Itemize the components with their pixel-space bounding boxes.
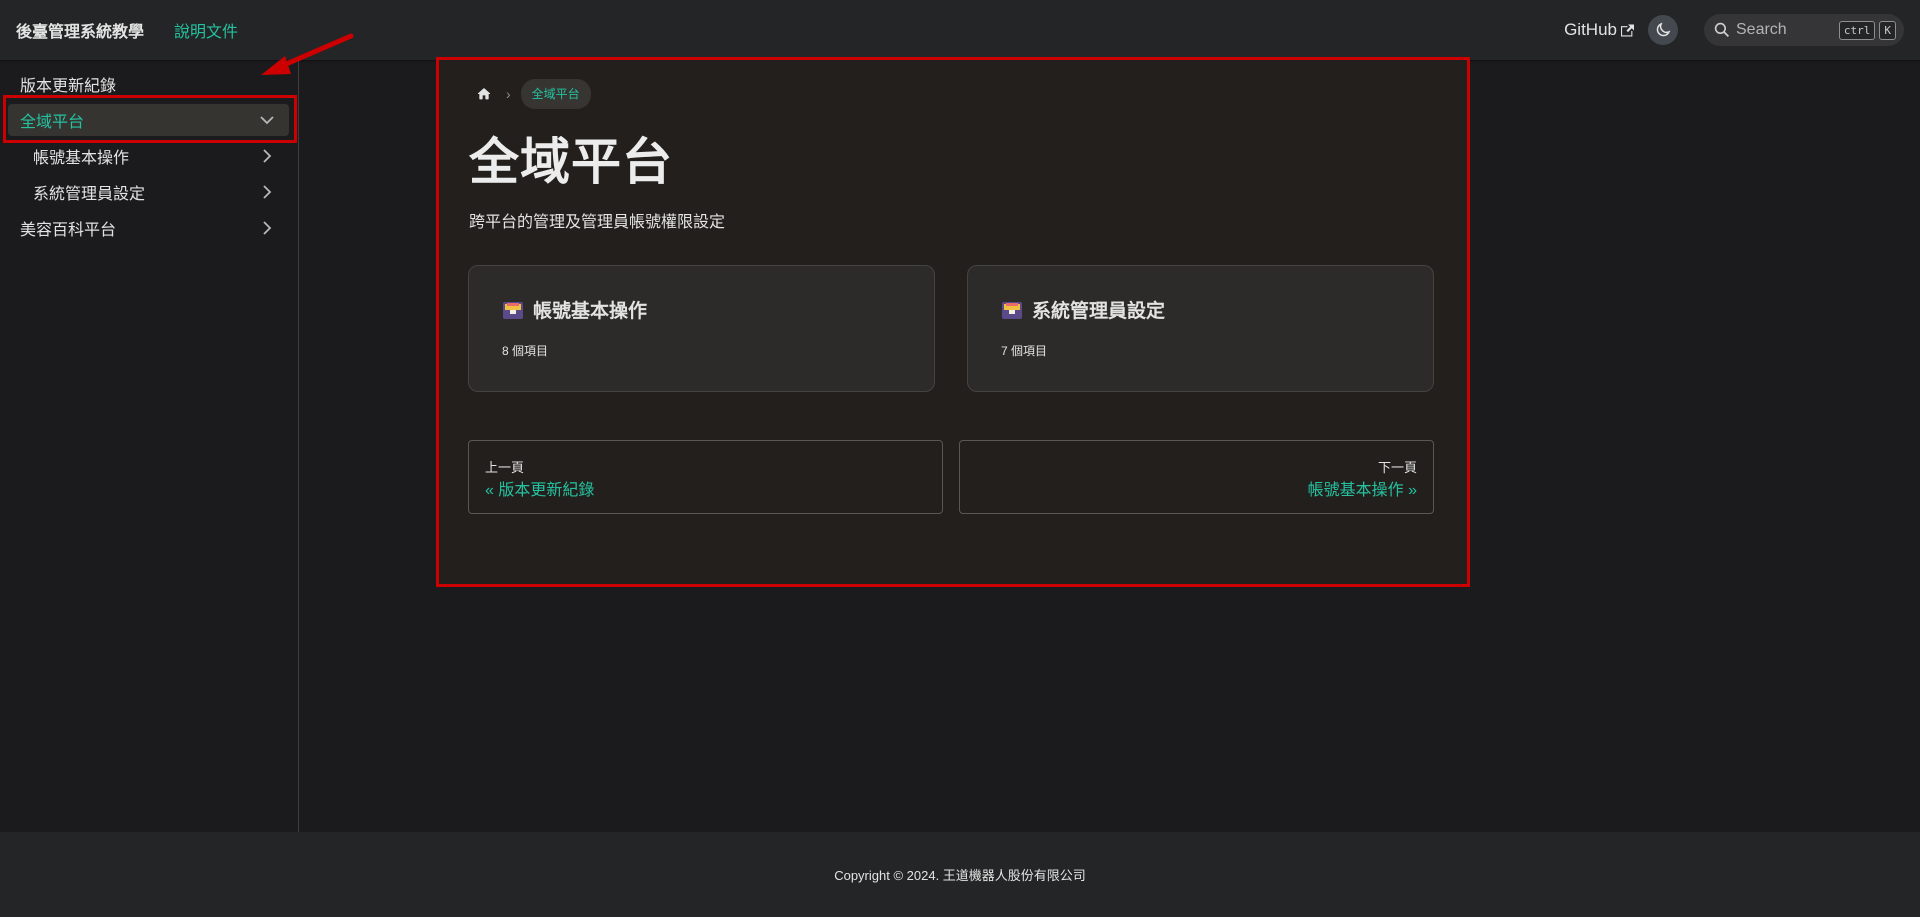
- main-content: › 全域平台 全域平台 跨平台的管理及管理員帳號權限設定 帳號基本操作 8 個項…: [436, 57, 1470, 587]
- breadcrumb-separator: ›: [506, 86, 511, 102]
- sidebar-item-changelog[interactable]: 版本更新紀錄: [8, 68, 289, 100]
- sidebar-item-beauty-wiki[interactable]: 美容百科平台: [8, 212, 289, 244]
- sidebar-item-account-basics[interactable]: 帳號基本操作: [8, 140, 289, 172]
- page-description: 跨平台的管理及管理員帳號權限設定: [469, 214, 726, 231]
- pagination-prev-sublabel: 上一頁: [485, 460, 525, 475]
- sidebar-item-label: 美容百科平台: [20, 222, 117, 239]
- footer-copyright: Copyright © 2024. 王道機器人股份有限公司: [834, 868, 1086, 883]
- chevron-right-icon[interactable]: [259, 184, 275, 200]
- search-icon: [1714, 22, 1730, 38]
- github-link[interactable]: GitHub: [1564, 20, 1634, 40]
- moon-icon: [1656, 22, 1671, 37]
- pagination-next-label: 帳號基本操作 »: [1307, 482, 1417, 499]
- card-title-text: 帳號基本操作: [533, 301, 648, 322]
- sidebar-item-label: 版本更新紀錄: [20, 78, 117, 95]
- card-title: 系統管理員設定: [1001, 296, 1165, 323]
- site-brand[interactable]: 後臺管理系統教學: [16, 18, 144, 42]
- pagination-next[interactable]: 下一頁 帳號基本操作 »: [959, 440, 1434, 514]
- github-label: GitHub: [1564, 20, 1617, 39]
- pagination-prev[interactable]: 上一頁 « 版本更新紀錄: [468, 440, 943, 514]
- external-link-icon: [1621, 24, 1634, 36]
- search-button[interactable]: Search ctrl K: [1704, 14, 1904, 46]
- theme-toggle-button[interactable]: [1648, 15, 1678, 45]
- kbd-ctrl: ctrl: [1838, 20, 1876, 40]
- sidebar-item-label: 帳號基本操作: [33, 150, 130, 167]
- folder-icon: [1002, 301, 1022, 319]
- footer: Copyright © 2024. 王道機器人股份有限公司: [0, 832, 1920, 917]
- sidebar-item-global-platform[interactable]: 全域平台: [8, 104, 289, 136]
- card-title-text: 系統管理員設定: [1032, 301, 1166, 322]
- card-item-count: 7 個項目: [1001, 344, 1048, 358]
- sidebar-item-admin-settings[interactable]: 系統管理員設定: [8, 176, 289, 208]
- chevron-down-icon[interactable]: [259, 112, 275, 128]
- folder-icon: [503, 301, 523, 319]
- sidebar-item-label: 全域平台: [20, 114, 85, 131]
- chevron-right-icon[interactable]: [259, 220, 275, 236]
- card-title: 帳號基本操作: [502, 296, 647, 323]
- chevron-right-icon[interactable]: [259, 148, 275, 164]
- breadcrumb-home[interactable]: [474, 84, 494, 104]
- home-icon: [477, 88, 491, 100]
- category-card-account-basics[interactable]: 帳號基本操作 8 個項目: [468, 265, 935, 392]
- kbd-k: K: [1879, 20, 1896, 40]
- breadcrumb-current: 全域平台: [520, 79, 591, 109]
- pagination-prev-label: « 版本更新紀錄: [485, 482, 595, 499]
- nav-link-docs[interactable]: 說明文件: [174, 18, 238, 42]
- sidebar: 版本更新紀錄 全域平台 帳號基本操作 系統管理員設定 美容百科平台: [0, 60, 299, 832]
- annotation-arrow-icon: [261, 33, 354, 75]
- page-title: 全域平台: [469, 134, 673, 190]
- search-label: Search: [1736, 21, 1787, 38]
- breadcrumb: › 全域平台: [474, 79, 591, 109]
- pagination-next-sublabel: 下一頁: [1377, 460, 1417, 475]
- category-card-admin-settings[interactable]: 系統管理員設定 7 個項目: [967, 265, 1434, 392]
- card-item-count: 8 個項目: [502, 344, 549, 358]
- navbar-right: GitHub Search ctrl K: [1564, 14, 1904, 46]
- sidebar-item-label: 系統管理員設定: [33, 186, 146, 203]
